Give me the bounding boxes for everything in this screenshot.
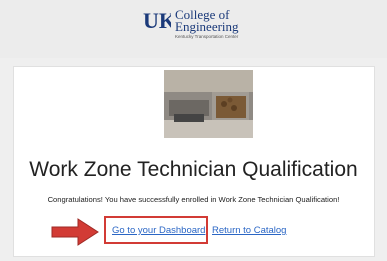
svg-text:UK: UK: [143, 9, 171, 31]
course-title: Work Zone Technician Qualification: [29, 158, 358, 181]
logo-subtitle: Kentucky Transportation Center: [175, 34, 239, 39]
return-to-catalog-link[interactable]: Return to Catalog: [212, 225, 286, 236]
enrollment-message: Congratulations! You have successfully e…: [47, 195, 340, 204]
college-logo[interactable]: UK College of Engineering Kentucky Trans…: [140, 5, 260, 45]
header-bar: UK College of Engineering Kentucky Trans…: [0, 0, 387, 58]
arrow-right-icon: [51, 218, 99, 246]
course-image: [164, 70, 253, 138]
kitchen-tray-photo-icon: [164, 70, 253, 138]
uk-logo-icon: UK: [143, 9, 171, 31]
go-to-dashboard-link[interactable]: Go to your Dashboard: [112, 225, 205, 236]
logo-text-line2: Engineering: [175, 19, 239, 34]
